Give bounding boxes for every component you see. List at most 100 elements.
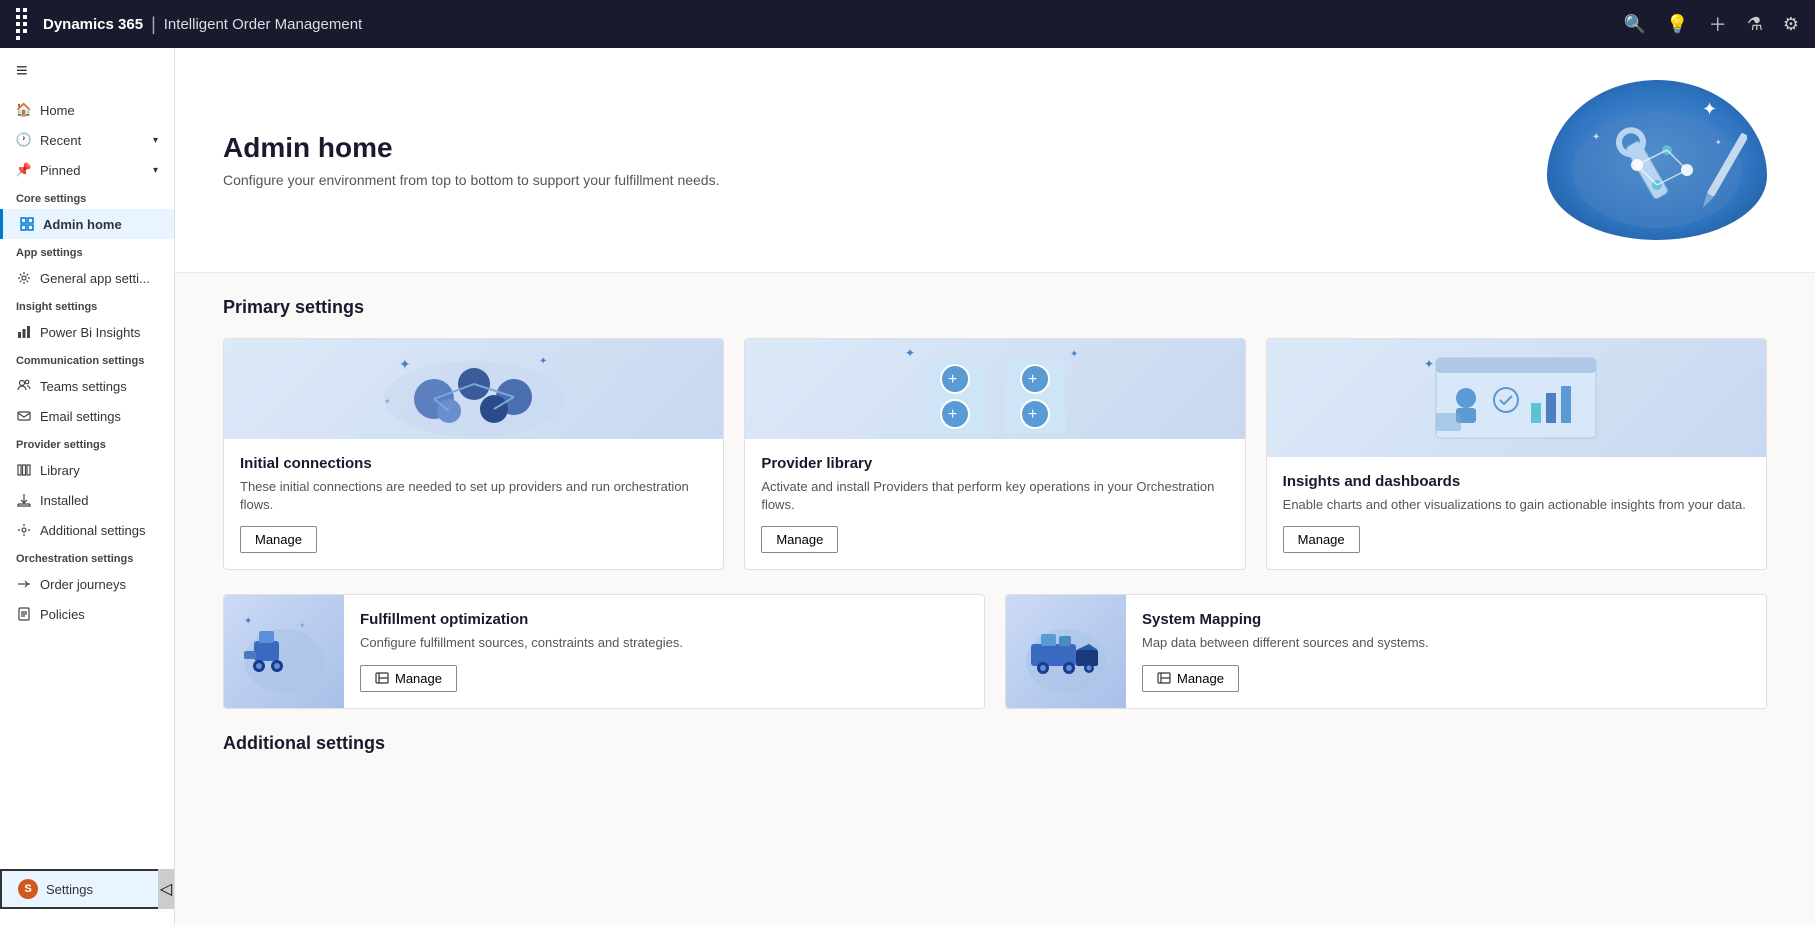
manage-label-library: Manage [776,532,823,547]
sidebar-pinned-label: Pinned [40,163,80,178]
sidebar-item-home[interactable]: 🏠 Home [0,95,174,125]
additional-settings-section: Additional settings [223,733,1767,822]
recent-icon: 🕐 [16,132,32,148]
add-icon[interactable]: ＋ [1709,11,1727,37]
svg-text:✦: ✦ [399,356,411,372]
search-icon[interactable]: 🔍 [1624,14,1646,35]
manage-button-insights[interactable]: Manage [1283,526,1360,553]
brand-name: Dynamics 365 [43,16,143,33]
svg-text:✦: ✦ [1070,349,1078,360]
svg-text:✦: ✦ [299,621,306,630]
card-desc-fulfillment: Configure fulfillment sources, constrain… [360,634,968,652]
manage-button-fulfillment[interactable]: Manage [360,665,457,692]
primary-settings-title: Primary settings [223,297,1767,318]
help-icon[interactable]: 💡 [1666,14,1688,35]
sidebar-recent-label: Recent [40,133,81,148]
teams-icon [16,378,32,394]
card-desc-system: Map data between different sources and s… [1142,634,1750,652]
card-initial-connections: ✦ ✦ ✦ Initial connections These initial … [223,338,724,570]
svg-text:✦: ✦ [244,616,252,627]
sidebar-item-installed[interactable]: Installed [0,485,174,515]
additional-settings-icon [16,522,32,538]
top-navigation: Dynamics 365 | Intelligent Order Managem… [0,0,1815,48]
svg-text:✦: ✦ [539,356,547,367]
sidebar-collapse-handle[interactable]: ◁ [158,869,174,909]
sidebar-item-pinned[interactable]: 📌 Pinned ▾ [0,155,174,185]
manage-button-connections[interactable]: Manage [240,526,317,553]
svg-text:+: + [1028,371,1037,388]
gear-icon [16,270,32,286]
card-system-mapping: System Mapping Map data between differen… [1005,594,1767,708]
sidebar-home-label: Home [40,103,75,118]
settings-bottom-item[interactable]: S Settings [0,869,174,909]
page-subtitle: Configure your environment from top to b… [223,172,719,188]
section-app-settings: App settings [0,239,174,263]
card-image-system [1006,595,1126,707]
sidebar-item-teams[interactable]: Teams settings [0,371,174,401]
main-layout: ≡ 🏠 Home 🕐 Recent ▾ 📌 Pinned ▾ Core [0,48,1815,925]
sidebar-item-general-app[interactable]: General app setti... [0,263,174,293]
email-icon [16,408,32,424]
chevron-down-icon-2: ▾ [153,165,158,176]
card-title-connections: Initial connections [240,455,707,472]
card-image-fulfillment: ✦ ✦ [224,595,344,707]
app-grid-icon[interactable] [16,8,27,40]
hero-section: Admin home Configure your environment fr… [175,48,1815,273]
email-label: Email settings [40,409,121,424]
sidebar-bottom: S Settings ◁ [0,869,174,909]
card-title-fulfillment: Fulfillment optimization [360,611,968,628]
general-app-label: General app setti... [40,271,150,286]
sidebar-item-admin-home[interactable]: Admin home [0,209,174,239]
hero-text: Admin home Configure your environment fr… [223,132,719,188]
card-desc-library: Activate and install Providers that perf… [761,478,1228,514]
content-area: Primary settings [175,273,1815,846]
card-illustration-library: + + + + ✦ ✦ [745,339,1244,439]
admin-home-icon [19,216,35,232]
section-provider-settings: Provider settings [0,431,174,455]
sidebar-item-library[interactable]: Library [0,455,174,485]
card-body-system: System Mapping Map data between differen… [1126,595,1766,707]
card-title-insights: Insights and dashboards [1283,473,1750,490]
admin-home-label: Admin home [43,217,122,232]
card-illustration-insights: ✦ [1267,339,1766,457]
svg-text:+: + [948,371,957,388]
download-icon [16,492,32,508]
hero-illustration: ✦ ✦ ✦ [1547,80,1767,240]
settings-icon[interactable]: ⚙ [1783,14,1799,35]
sidebar-item-order-journeys[interactable]: Order journeys [0,569,174,599]
manage-button-library[interactable]: Manage [761,526,838,553]
pinned-icon: 📌 [16,162,32,178]
main-content: Admin home Configure your environment fr… [175,48,1815,925]
library-label: Library [40,463,80,478]
chevron-down-icon: ▾ [153,135,158,146]
sidebar-item-policies[interactable]: Policies [0,599,174,629]
card-provider-library: + + + + ✦ ✦ Provider library [744,338,1245,570]
sidebar-item-power-bi[interactable]: Power Bi Insights [0,317,174,347]
journey-icon [16,576,32,592]
sidebar-item-additional[interactable]: Additional settings [0,515,174,545]
home-icon: 🏠 [16,102,32,118]
primary-cards-grid: ✦ ✦ ✦ Initial connections These initial … [223,338,1767,570]
sidebar-wrapper: ≡ 🏠 Home 🕐 Recent ▾ 📌 Pinned ▾ Core [0,48,174,909]
filter-icon[interactable]: ⚗ [1747,14,1763,35]
manage-label-system: Manage [1177,671,1224,686]
hamburger-icon[interactable]: ≡ [0,48,174,95]
page-title: Admin home [223,132,719,164]
teams-label: Teams settings [40,379,127,394]
card-desc-connections: These initial connections are needed to … [240,478,707,514]
card-title-library: Provider library [761,455,1228,472]
svg-text:+: + [948,406,957,423]
section-insight-settings: Insight settings [0,293,174,317]
svg-text:✦: ✦ [384,397,391,406]
sidebar: ≡ 🏠 Home 🕐 Recent ▾ 📌 Pinned ▾ Core [0,48,175,925]
brand-area: Dynamics 365 | Intelligent Order Managem… [43,14,362,35]
power-bi-label: Power Bi Insights [40,325,140,340]
settings-avatar: S [18,879,38,899]
policy-icon [16,606,32,622]
installed-label: Installed [40,493,88,508]
svg-text:✦: ✦ [1702,99,1717,119]
sidebar-item-recent[interactable]: 🕐 Recent ▾ [0,125,174,155]
manage-button-system[interactable]: Manage [1142,665,1239,692]
sidebar-item-email[interactable]: Email settings [0,401,174,431]
additional-settings-title: Additional settings [223,733,1767,754]
